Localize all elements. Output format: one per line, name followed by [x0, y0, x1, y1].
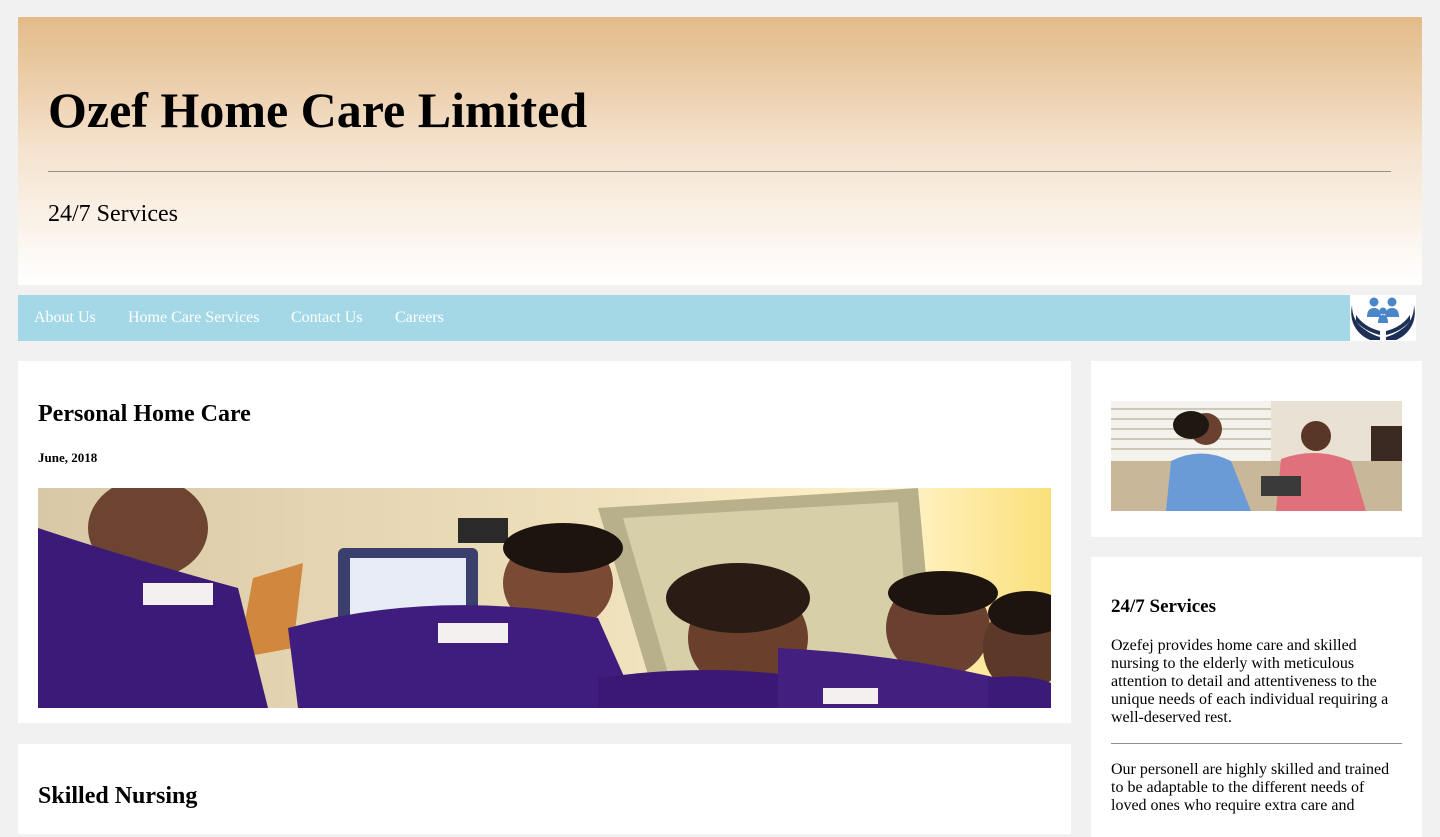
header-divider [48, 171, 1391, 172]
site-tagline: 24/7 Services [48, 201, 178, 227]
nav-home-care-services[interactable]: Home Care Services [128, 308, 260, 328]
post-title: Personal Home Care [38, 401, 251, 427]
post-date: June, 2018 [38, 450, 98, 465]
sidebar-image-card [1091, 361, 1422, 537]
sidebar-paragraph-1: Ozefej provides home care and skilled nu… [1111, 637, 1389, 726]
sidebar-paragraph-2: Our personell are highly skilled and tra… [1111, 761, 1390, 814]
sidebar-divider [1111, 743, 1402, 744]
post-card-skilled-nursing: Skilled Nursing [18, 744, 1071, 834]
nav-contact-us[interactable]: Contact Us [291, 308, 363, 328]
nurses-group-photo [38, 488, 1051, 708]
sidebar-section-title: 24/7 Services [1111, 596, 1217, 617]
family-in-hands-icon[interactable] [1350, 295, 1416, 341]
nurse-with-elderly-patient-photo [1111, 401, 1402, 511]
site-title: Ozef Home Care Limited [48, 82, 588, 138]
site-header: Ozef Home Care Limited 24/7 Services [18, 17, 1422, 285]
post-title: Skilled Nursing [38, 783, 198, 809]
nav-about-us[interactable]: About Us [34, 308, 96, 328]
top-navbar: About Us Home Care Services Contact Us C… [18, 295, 1350, 341]
sidebar-services-card: 24/7 Services Ozefej provides home care … [1091, 557, 1422, 837]
post-card-personal-home-care: Personal Home Care June, 2018 [18, 361, 1071, 723]
nav-careers[interactable]: Careers [395, 308, 444, 328]
